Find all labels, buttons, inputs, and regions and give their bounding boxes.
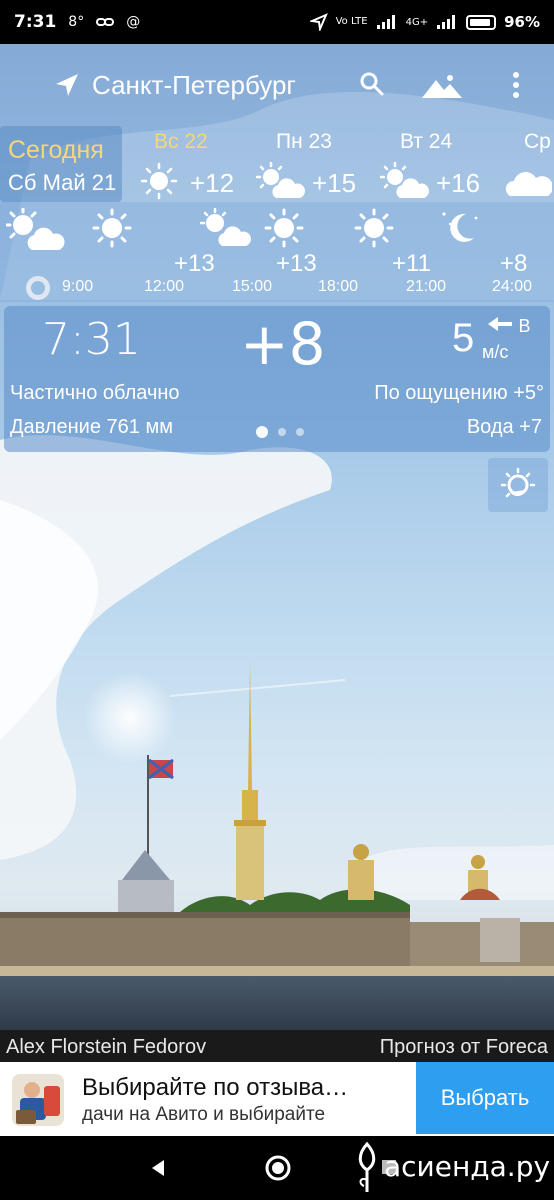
app-bar: Санкт-Петербург	[0, 52, 554, 114]
ad-subtitle: дачи на Авито и выбирайте	[82, 1104, 326, 1125]
wind-unit: м/с	[482, 342, 509, 362]
day-item[interactable]: Ср	[504, 130, 554, 200]
hour-time: 9:00	[62, 278, 94, 295]
ad-cta-button[interactable]: Выбрать	[416, 1062, 554, 1134]
wind-arrow-icon	[488, 317, 512, 331]
battery-icon	[466, 14, 497, 30]
wind-direction: В	[488, 316, 530, 337]
back-icon[interactable]	[148, 1158, 168, 1178]
hour-time: 15:00	[232, 278, 273, 295]
page-indicator	[256, 426, 304, 438]
page-dot-active	[256, 426, 268, 438]
day-temp: +12	[190, 168, 235, 198]
photo-credits-bar: Alex Florstein Fedorov Прогноз от Foreca	[0, 1030, 554, 1062]
sun-cloud-icon	[200, 208, 251, 246]
sun-weather-button[interactable]	[488, 458, 548, 512]
hourly-forecast: +13 +13 +11 +8 9:00 12:00 15:00 18:00 21…	[0, 202, 554, 302]
status-time: 7:31	[14, 12, 57, 32]
day-temp: +16	[436, 168, 481, 198]
hour-time: 24:00	[492, 278, 533, 295]
day-temp: +15	[312, 168, 357, 198]
network-label: 4G+	[405, 16, 429, 28]
signal-icon-1	[376, 15, 395, 29]
condition-text: Частично облачно	[10, 382, 180, 404]
ad-title: Выбирайте по отзыва…	[82, 1074, 349, 1101]
moon-stars-icon	[442, 212, 478, 242]
battery-percent: 96%	[504, 13, 540, 31]
city-name[interactable]: Санкт-Петербург	[92, 70, 296, 101]
cloud-icon	[505, 172, 552, 196]
water-temperature: Вода +7	[466, 416, 542, 438]
sun-cloud-icon	[380, 162, 429, 198]
wind-speed: 5	[452, 316, 475, 360]
ad-thumbnail-image	[12, 1074, 64, 1126]
day-item[interactable]: Вт 24 +16	[380, 130, 490, 200]
link-icon	[96, 18, 115, 26]
hour-time: 21:00	[406, 278, 447, 295]
day-item[interactable]: Вс 22 +12	[140, 130, 250, 200]
page-dot	[296, 428, 304, 436]
watermark-text: асиенда.ру	[384, 1150, 551, 1183]
current-conditions-card[interactable]: 7:31 +8 5 В м/с Частично облачно По ощущ…	[4, 306, 550, 452]
sun-icon	[354, 208, 394, 248]
more-vert-icon[interactable]	[506, 70, 526, 100]
current-temperature: +8	[240, 310, 326, 378]
status-bar: 7:31 8° @ Vo LTE 4G+ 96%	[0, 0, 554, 44]
wind-direction-label: В	[518, 316, 531, 336]
sun-partial-icon	[500, 467, 536, 498]
search-icon[interactable]	[358, 70, 386, 98]
system-navigation-bar: асиенда.ру	[0, 1136, 554, 1200]
at-icon: @	[126, 14, 141, 30]
sun-icon	[92, 208, 132, 248]
sun-cloud-icon	[256, 162, 305, 198]
hour-time: 18:00	[318, 278, 359, 295]
today-label: Сегодня	[8, 136, 104, 164]
hour-temp: +13	[174, 250, 215, 277]
today-date: Сб Май 21	[8, 170, 117, 195]
hour-time: 12:00	[144, 278, 185, 295]
photographer-credit[interactable]: Alex Florstein Fedorov	[6, 1036, 206, 1059]
home-icon[interactable]	[264, 1154, 292, 1182]
feels-like: По ощущению +5°	[374, 382, 544, 404]
day-today[interactable]: Сегодня Сб Май 21	[0, 126, 122, 202]
day-label: Вс 22	[154, 130, 208, 153]
sun-icon	[264, 208, 304, 248]
day-label: Вт 24	[400, 130, 453, 153]
day-item[interactable]: Пн 23 +15	[256, 130, 366, 200]
landscape-icon[interactable]	[420, 72, 464, 100]
location-arrow-icon[interactable]	[54, 72, 80, 98]
ad-banner[interactable]: Выбирайте по отзыва… дачи на Авито и выб…	[0, 1062, 554, 1136]
pressure: Давление 761 мм	[10, 416, 173, 438]
location-arrow-icon	[309, 13, 328, 31]
sun-cloud-icon	[6, 208, 65, 250]
hour-temp: +11	[392, 250, 431, 277]
page-dot	[278, 428, 286, 436]
weather-temp-indicator: 8°	[68, 14, 85, 30]
forecast-provider[interactable]: Прогноз от Foreca	[380, 1036, 548, 1059]
current-time-marker	[26, 276, 50, 300]
daily-forecast: Сегодня Сб Май 21 Вс 22 +12 Пн 23 +15 Вт…	[0, 124, 554, 202]
day-label: Ср	[524, 130, 551, 153]
current-time: 7:31	[42, 314, 141, 365]
volte-label: Vo LTE	[335, 16, 368, 27]
signal-icon-2	[437, 15, 456, 29]
hour-temp: +8	[500, 250, 528, 277]
watermark-logo-icon	[358, 1141, 376, 1192]
sun-icon	[140, 162, 178, 200]
day-label: Пн 23	[276, 130, 332, 153]
weather-screen: 7:31 8° @ Vo LTE 4G+ 96% Санкт-Петербург…	[0, 0, 554, 1200]
hour-temp: +13	[276, 250, 317, 277]
